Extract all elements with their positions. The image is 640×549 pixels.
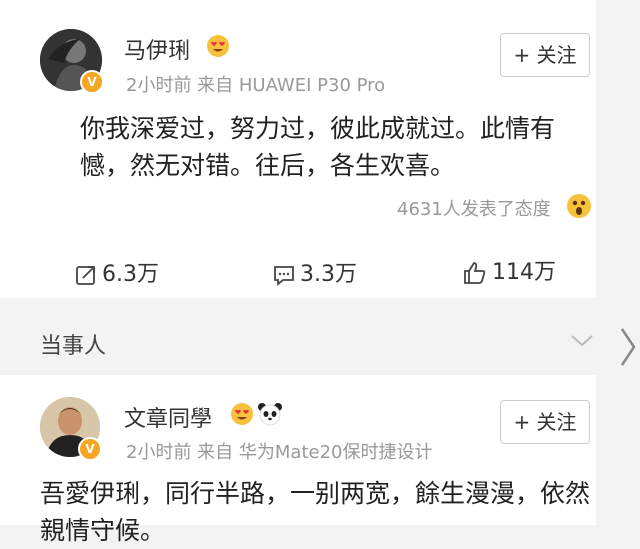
chevron-right-icon[interactable] bbox=[618, 325, 638, 369]
verified-badge: V bbox=[78, 437, 102, 461]
post-text: 你我深爱过，努力过，彼此成就过。此情有憾，然无对错。往后，各生欢喜。 bbox=[80, 114, 556, 180]
comment-button[interactable]: 3.3万 bbox=[272, 256, 357, 288]
section-title: 当事人 bbox=[40, 334, 107, 359]
like-button[interactable]: 114万 bbox=[462, 254, 556, 286]
comment-count: 3.3万 bbox=[300, 262, 357, 287]
thumbs-up-icon bbox=[464, 262, 486, 284]
post-meta: 2小时前 来自 HUAWEI P30 Pro bbox=[126, 75, 386, 96]
chevron-down-icon[interactable] bbox=[570, 334, 594, 348]
verified-badge: V bbox=[80, 70, 104, 94]
repost-count: 6.3万 bbox=[102, 262, 159, 287]
post-card-2: V 文章同學 2小时前 来自 华为Mate20保时捷设计 + 关注 吾愛伊琍，同… bbox=[0, 375, 596, 545]
follow-button[interactable]: + 关注 bbox=[500, 33, 590, 77]
post-text: 吾愛伊琍，同行半路，一别两宽，餘生漫漫，依然親情守候。 bbox=[40, 479, 591, 545]
post-meta: 2小时前 来自 华为Mate20保时捷设计 bbox=[126, 442, 433, 463]
author-name[interactable]: 马伊琍 bbox=[124, 33, 190, 65]
heart-eyes-emoji-icon bbox=[207, 35, 229, 57]
author-name[interactable]: 文章同學 bbox=[124, 401, 212, 433]
follow-button[interactable]: + 关注 bbox=[500, 400, 590, 444]
repost-icon bbox=[76, 266, 95, 285]
repost-button[interactable]: 6.3万 bbox=[74, 256, 159, 288]
like-count: 114万 bbox=[492, 260, 556, 285]
comment-icon bbox=[274, 266, 294, 286]
post-card-1: V 马伊琍 2小时前 来自 HUAWEI P30 Pro + 关注 你我深爱过，… bbox=[0, 0, 596, 298]
reaction-count[interactable]: 4631人发表了态度 bbox=[397, 195, 551, 221]
heart-eyes-emoji-icon bbox=[231, 403, 253, 425]
panda-emoji-icon bbox=[258, 403, 282, 426]
surprised-emoji-icon bbox=[567, 194, 591, 218]
